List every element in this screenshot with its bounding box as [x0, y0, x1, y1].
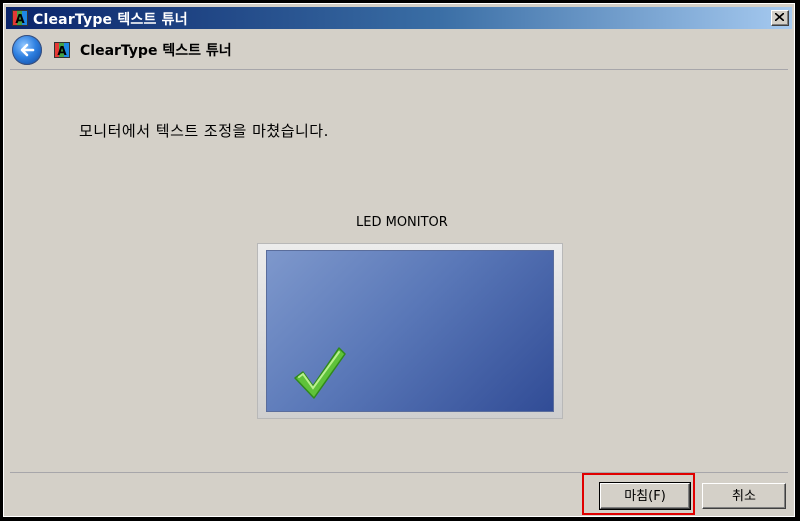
monitor-illustration	[257, 243, 563, 419]
green-checkmark-icon	[294, 347, 346, 399]
monitor-label: LED MONITOR	[356, 215, 448, 230]
finish-button[interactable]: 마침(F)	[599, 482, 691, 510]
cleartype-icon: A	[12, 10, 28, 26]
cleartype-icon: A	[54, 42, 70, 58]
cancel-button[interactable]: 취소	[702, 483, 786, 509]
back-button[interactable]	[12, 35, 42, 65]
wizard-header: A ClearType 텍스트 튜너	[10, 31, 788, 70]
close-button[interactable]	[771, 10, 789, 26]
cleartype-dialog-window: A ClearType 텍스트 튜너 A ClearType 텍스트 튜너 모니…	[3, 3, 795, 517]
window-title: ClearType 텍스트 튜너	[33, 12, 188, 28]
wizard-title: ClearType 텍스트 튜너	[80, 43, 232, 59]
title-bar[interactable]: A ClearType 텍스트 튜너	[6, 7, 792, 29]
back-arrow-icon	[20, 43, 35, 57]
svg-text:A: A	[57, 44, 67, 58]
monitor-screen	[266, 250, 554, 412]
wizard-content: 모니터에서 텍스트 조정을 마쳤습니다. LED MONITOR	[10, 70, 788, 473]
svg-text:A: A	[15, 12, 25, 26]
completion-message: 모니터에서 텍스트 조정을 마쳤습니다.	[79, 122, 329, 140]
close-icon	[775, 13, 784, 21]
